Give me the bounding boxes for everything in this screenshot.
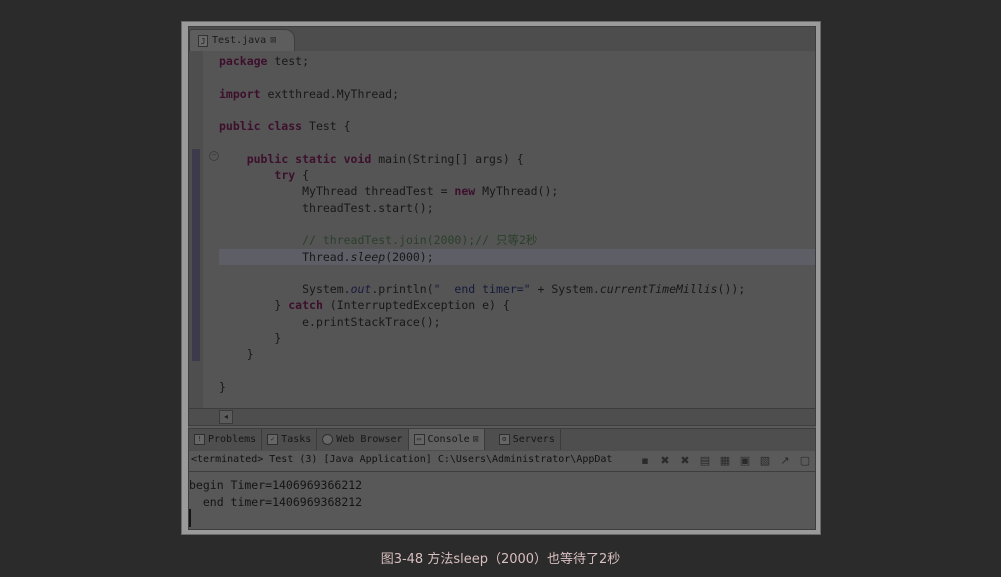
code-token: + System. [530, 282, 600, 297]
code-token: Thread. [302, 249, 351, 264]
code-token: } [219, 379, 226, 394]
code-area[interactable]: − package test; import extthread.MyThrea… [189, 51, 815, 409]
code-token: Test { [302, 119, 351, 134]
clear-console-icon[interactable]: ▤ [697, 453, 713, 469]
code-token: try [274, 168, 296, 183]
code-token: (InterruptedException e) { [322, 298, 510, 313]
code-token: sleep [350, 249, 386, 264]
console-output[interactable]: begin Timer=1406969366212 end timer=1406… [189, 477, 362, 510]
code-token: public class [219, 119, 303, 134]
console-line: end timer=1406969368212 [189, 494, 363, 509]
tab-tasks[interactable]: ✓ Tasks [262, 429, 318, 450]
code-token: new [454, 184, 476, 199]
code-token: public static void [246, 151, 372, 166]
code-token: extthread.MyThread; [260, 86, 400, 101]
code-string: " end timer=" [433, 282, 531, 297]
tab-label: Servers [512, 434, 555, 445]
code-token: catch [288, 298, 323, 313]
terminate-icon[interactable]: ▪ [637, 453, 653, 469]
tab-label: Problems [208, 434, 257, 445]
code-token: MyThread(); [475, 184, 559, 199]
code-editor: J Test.java ⊠ − package test; import ext… [188, 26, 816, 426]
code-token: e.printStackTrace(); [302, 314, 441, 329]
display-console-icon[interactable]: ▧ [757, 453, 773, 469]
tab-problems[interactable]: ! Problems [189, 429, 263, 450]
code-token: currentTimeMillis [599, 282, 718, 297]
problems-icon: ! [194, 434, 205, 445]
screenshot-frame: J Test.java ⊠ − package test; import ext… [181, 21, 821, 535]
code-token: System. [302, 282, 351, 297]
tab-console[interactable]: ▭ Console ⊠ [408, 429, 485, 450]
close-icon[interactable]: ⊠ [473, 434, 479, 445]
remove-launch-icon[interactable]: ✖ [657, 453, 673, 469]
new-console-icon[interactable]: ▢ [797, 453, 813, 469]
tab-label: Tasks [281, 434, 312, 445]
console-panel: ! Problems ✓ Tasks Web Browser ▭ Console… [188, 428, 816, 530]
view-tab-bar: ! Problems ✓ Tasks Web Browser ▭ Console… [189, 429, 815, 452]
console-line: begin Timer=1406969366212 [189, 478, 363, 492]
close-icon[interactable]: ⊠ [270, 35, 276, 46]
change-marker [192, 149, 200, 361]
code-comment: // threadTest.join(2000);// 只等2秒 [302, 233, 538, 248]
console-status-bar: <terminated> Test (3) [Java Application]… [189, 451, 815, 472]
open-console-icon[interactable]: ↗ [777, 453, 793, 469]
code-token: .println( [371, 282, 434, 297]
code-token: MyThread threadTest = [302, 184, 455, 199]
code-token: } [246, 347, 254, 362]
tab-label: Console [427, 434, 470, 445]
code-token: test; [267, 54, 310, 68]
tab-servers[interactable]: ⚙ Servers [485, 429, 561, 450]
tab-label: Web Browser [336, 434, 403, 445]
code-token: { [295, 168, 310, 183]
console-status-text: <terminated> Test (3) [Java Application]… [191, 454, 613, 465]
editor-tab-bar: J Test.java ⊠ [189, 27, 815, 52]
editor-tab-label: Test.java [212, 35, 267, 46]
scroll-lock-icon[interactable]: ▦ [717, 453, 733, 469]
tasks-icon: ✓ [267, 434, 279, 445]
editor-tab-test-java[interactable]: J Test.java ⊠ [189, 29, 295, 51]
fold-collapse-icon[interactable]: − [209, 151, 219, 161]
code-token: threadTest.start(); [302, 200, 434, 215]
code-token: (2000); [385, 249, 434, 264]
text-caret [189, 509, 191, 527]
java-file-icon: J [198, 34, 208, 47]
code-token: package [219, 54, 268, 68]
code-token: import [219, 86, 261, 101]
console-icon: ▭ [413, 434, 425, 445]
console-toolbar: ▪ ✖ ✖ ▤ ▦ ▣ ▧ ↗ ▢ [637, 453, 813, 469]
code-token: main(String[] args) { [371, 151, 524, 166]
globe-icon [322, 434, 334, 445]
remove-all-icon[interactable]: ✖ [677, 453, 693, 469]
code-token: ()); [717, 282, 746, 297]
figure-caption: 图3-48 方法sleep（2000）也等待了2秒 [380, 552, 621, 567]
source-code: package test; import extthread.MyThread;… [219, 53, 745, 395]
pin-console-icon[interactable]: ▣ [737, 453, 753, 469]
code-token: out [350, 282, 372, 297]
horizontal-scrollbar[interactable]: ◂ [189, 408, 815, 425]
eclipse-window: J Test.java ⊠ − package test; import ext… [188, 26, 816, 530]
code-token: } [274, 331, 282, 346]
tab-web-browser[interactable]: Web Browser [317, 429, 409, 450]
servers-icon: ⚙ [498, 434, 510, 445]
scroll-left-icon[interactable]: ◂ [219, 410, 233, 424]
code-token: } [274, 298, 289, 313]
